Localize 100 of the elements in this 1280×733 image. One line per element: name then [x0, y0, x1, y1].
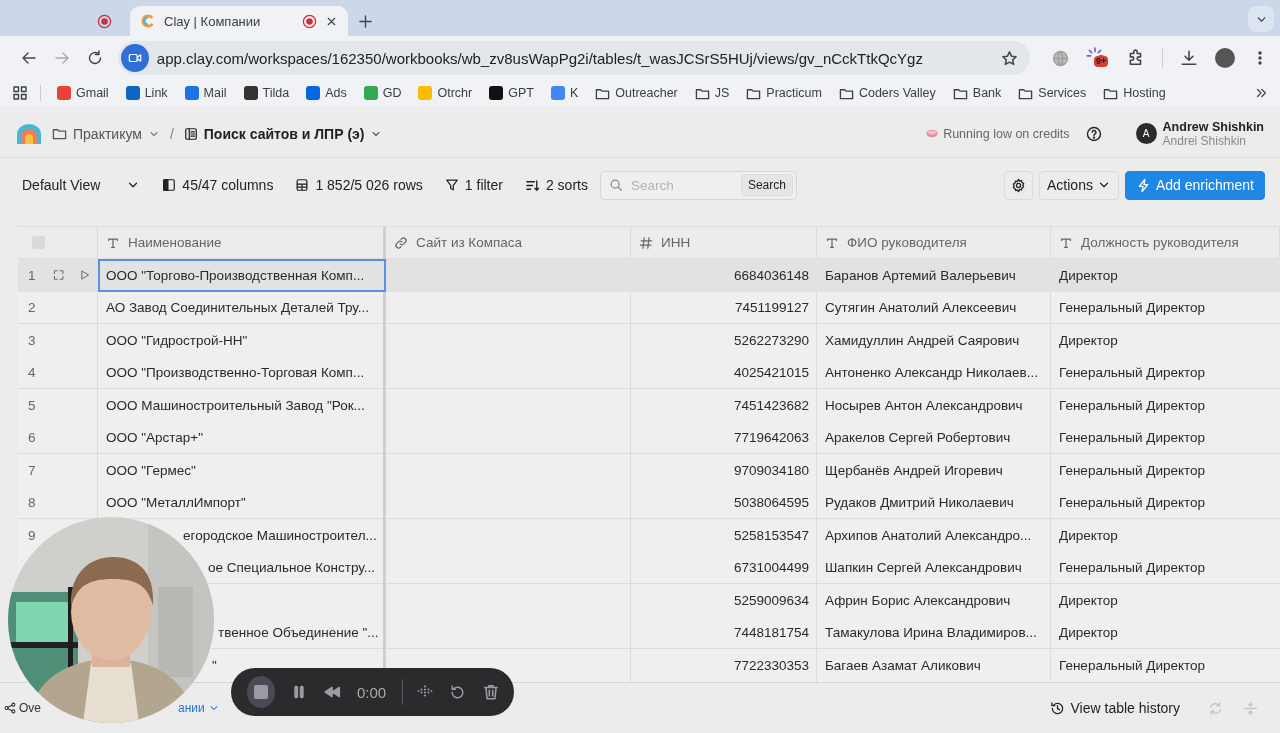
table-cell: ООО "МеталлИмпорт"	[106, 495, 246, 511]
column-title: Должность руководителя	[1081, 235, 1239, 250]
table-cell: ООО Машиностроительный Завод "Рок...	[106, 397, 365, 413]
row-number: 5	[28, 397, 37, 413]
table-cell[interactable]: ООО "Торгово-Производственная Комп...	[98, 259, 386, 292]
bookmark[interactable]: GPT	[489, 86, 534, 100]
credits-notice[interactable]: Running low on credits	[926, 126, 1070, 141]
table-cell-text: 7451423682	[732, 396, 810, 415]
table-cell-text: Аракелов Сергей Робертович	[824, 429, 1012, 448]
sheet-tab[interactable]: Ove	[4, 702, 42, 714]
back-icon[interactable]	[20, 50, 37, 66]
table-cell-text: 7722330353	[732, 656, 810, 675]
bookmark[interactable]: Bank	[952, 85, 1002, 101]
star-icon[interactable]	[1001, 49, 1018, 67]
row-number: 9	[28, 527, 37, 543]
view-selector[interactable]: Default View	[22, 177, 141, 193]
address-bar[interactable]: app.clay.com/workspaces/162350/workbooks/wb_zv8usWapPg2i/tables/t_wasJCSrS5HUj/views/gv_nCckTtkQcYgz	[117, 41, 1030, 75]
table-cell-text: Директор	[1058, 526, 1119, 545]
table-cell-text: Директор	[1058, 624, 1119, 643]
table-cell: "	[212, 657, 217, 673]
table-cell-text: Тамакулова Ирина Владимиров...	[824, 624, 1038, 643]
row-number: 1	[28, 267, 37, 283]
column-header[interactable]: Должность руководителя	[1051, 227, 1280, 259]
recording-timer: 0:00	[356, 683, 387, 701]
table-cell-text: Генеральный Директор	[1058, 461, 1207, 480]
table-cell: 6684036148	[631, 259, 817, 292]
bookmark[interactable]: Hosting	[1103, 85, 1166, 101]
browser-tab[interactable]: Clay | Компании	[130, 6, 348, 36]
reload-icon[interactable]	[87, 50, 104, 66]
text-type-icon	[1059, 235, 1073, 250]
extension-button[interactable]: 9+	[1086, 47, 1110, 69]
hash-icon	[639, 235, 653, 250]
breadcrumb-item[interactable]: Практикум	[52, 125, 160, 142]
link-icon	[394, 235, 408, 250]
table-icon	[183, 126, 198, 141]
table-cell-text: Генеральный Директор	[1058, 396, 1207, 415]
row-number: 2	[28, 300, 37, 316]
user-avatar[interactable]: A	[1135, 123, 1157, 144]
more-bookmarks-icon[interactable]	[1254, 86, 1268, 100]
app-logo-icon	[140, 13, 156, 29]
search-button[interactable]: Search	[740, 174, 793, 196]
plus-icon[interactable]	[358, 14, 373, 29]
bookmark[interactable]: GD	[363, 86, 402, 100]
table-cell-text: Хамидуллин Андрей Саярович	[824, 331, 1021, 350]
bookmark[interactable]: Services	[1018, 85, 1087, 101]
bookmark[interactable]: Ads	[306, 86, 347, 100]
apps-icon[interactable]	[12, 85, 28, 101]
sort-button[interactable]: 2 sorts	[524, 177, 588, 193]
search-field[interactable]: Search Search	[599, 170, 797, 200]
download-icon[interactable]	[1180, 49, 1198, 67]
table-cell-text: Генеральный Директор	[1058, 559, 1207, 578]
bookmark[interactable]: Link	[125, 86, 168, 100]
rows-button[interactable]: 1 852/5 026 rows	[295, 177, 423, 193]
table-cell: АО Завод Соединительных Деталей Тру...	[106, 300, 369, 316]
camera-glyph-icon	[127, 51, 142, 65]
share-icon	[4, 702, 16, 714]
user-name: Andrew Shishkin	[1162, 119, 1264, 134]
bookmark[interactable]: Gmail	[57, 86, 109, 100]
help-icon[interactable]	[1085, 125, 1102, 142]
expand-icon[interactable]	[53, 269, 65, 282]
table-cell-text: Директор	[1058, 331, 1119, 350]
columns-button[interactable]: 45/47 columns	[162, 177, 274, 193]
actions-button[interactable]: Actions	[1039, 170, 1119, 200]
settings-icon	[1011, 177, 1026, 193]
table-cell-text: Генеральный Директор	[1058, 364, 1207, 383]
bookmark[interactable]: Outreacher	[595, 85, 678, 101]
history-icon	[1049, 700, 1065, 716]
row-number: 3	[28, 332, 37, 348]
bookmark[interactable]: Practicum	[746, 85, 822, 101]
row-header[interactable]: 1	[18, 259, 98, 292]
table-cell-text: 5038064595	[732, 494, 810, 513]
stop-button[interactable]	[247, 676, 275, 708]
breadcrumb-item[interactable]: Поиск сайтов и ЛПР (э)	[183, 125, 383, 142]
table-cell-text: Антоненко Александр Николаев...	[824, 364, 1039, 383]
row-number: 8	[28, 495, 37, 511]
table-cell: ООО "Гермес"	[106, 462, 196, 478]
bookmark[interactable]: Otrchr	[418, 86, 473, 100]
table-cell: Директор	[1051, 259, 1280, 292]
table-cell: егородское Машиностроител...	[183, 527, 377, 543]
table-cell-text: 6731004499	[732, 559, 810, 578]
table-cell: ООО "Гидрострой-НН"	[106, 332, 248, 348]
profile-avatar[interactable]	[1215, 48, 1235, 68]
table-cell-text: 9709034180	[732, 461, 810, 480]
bookmark[interactable]: Tilda	[243, 86, 290, 100]
add-enrichment-button[interactable]: Add enrichment	[1124, 170, 1265, 200]
table-cell: ое Специальное Констру...	[208, 560, 376, 576]
bookmark[interactable]: Mail	[184, 86, 227, 100]
table-cell-text: 7448181754	[732, 624, 810, 643]
view-history-button[interactable]: View table history	[1049, 700, 1180, 716]
sheet-tab[interactable]: ании	[178, 702, 220, 714]
table-cell-text: Генеральный Директор	[1058, 494, 1207, 513]
table-cell-text: Щербанёв Андрей Игоревич	[824, 461, 1004, 480]
bookmark[interactable]: JS	[694, 85, 730, 101]
bookmark[interactable]: Coders Valley	[838, 85, 936, 101]
settings-button[interactable]	[1004, 170, 1033, 200]
undo-icon[interactable]	[449, 683, 466, 701]
row-number: 4	[28, 365, 37, 381]
trash-icon[interactable]	[482, 683, 500, 701]
bookmark[interactable]: K	[550, 86, 579, 100]
filter-button[interactable]: 1 filter	[444, 177, 503, 193]
